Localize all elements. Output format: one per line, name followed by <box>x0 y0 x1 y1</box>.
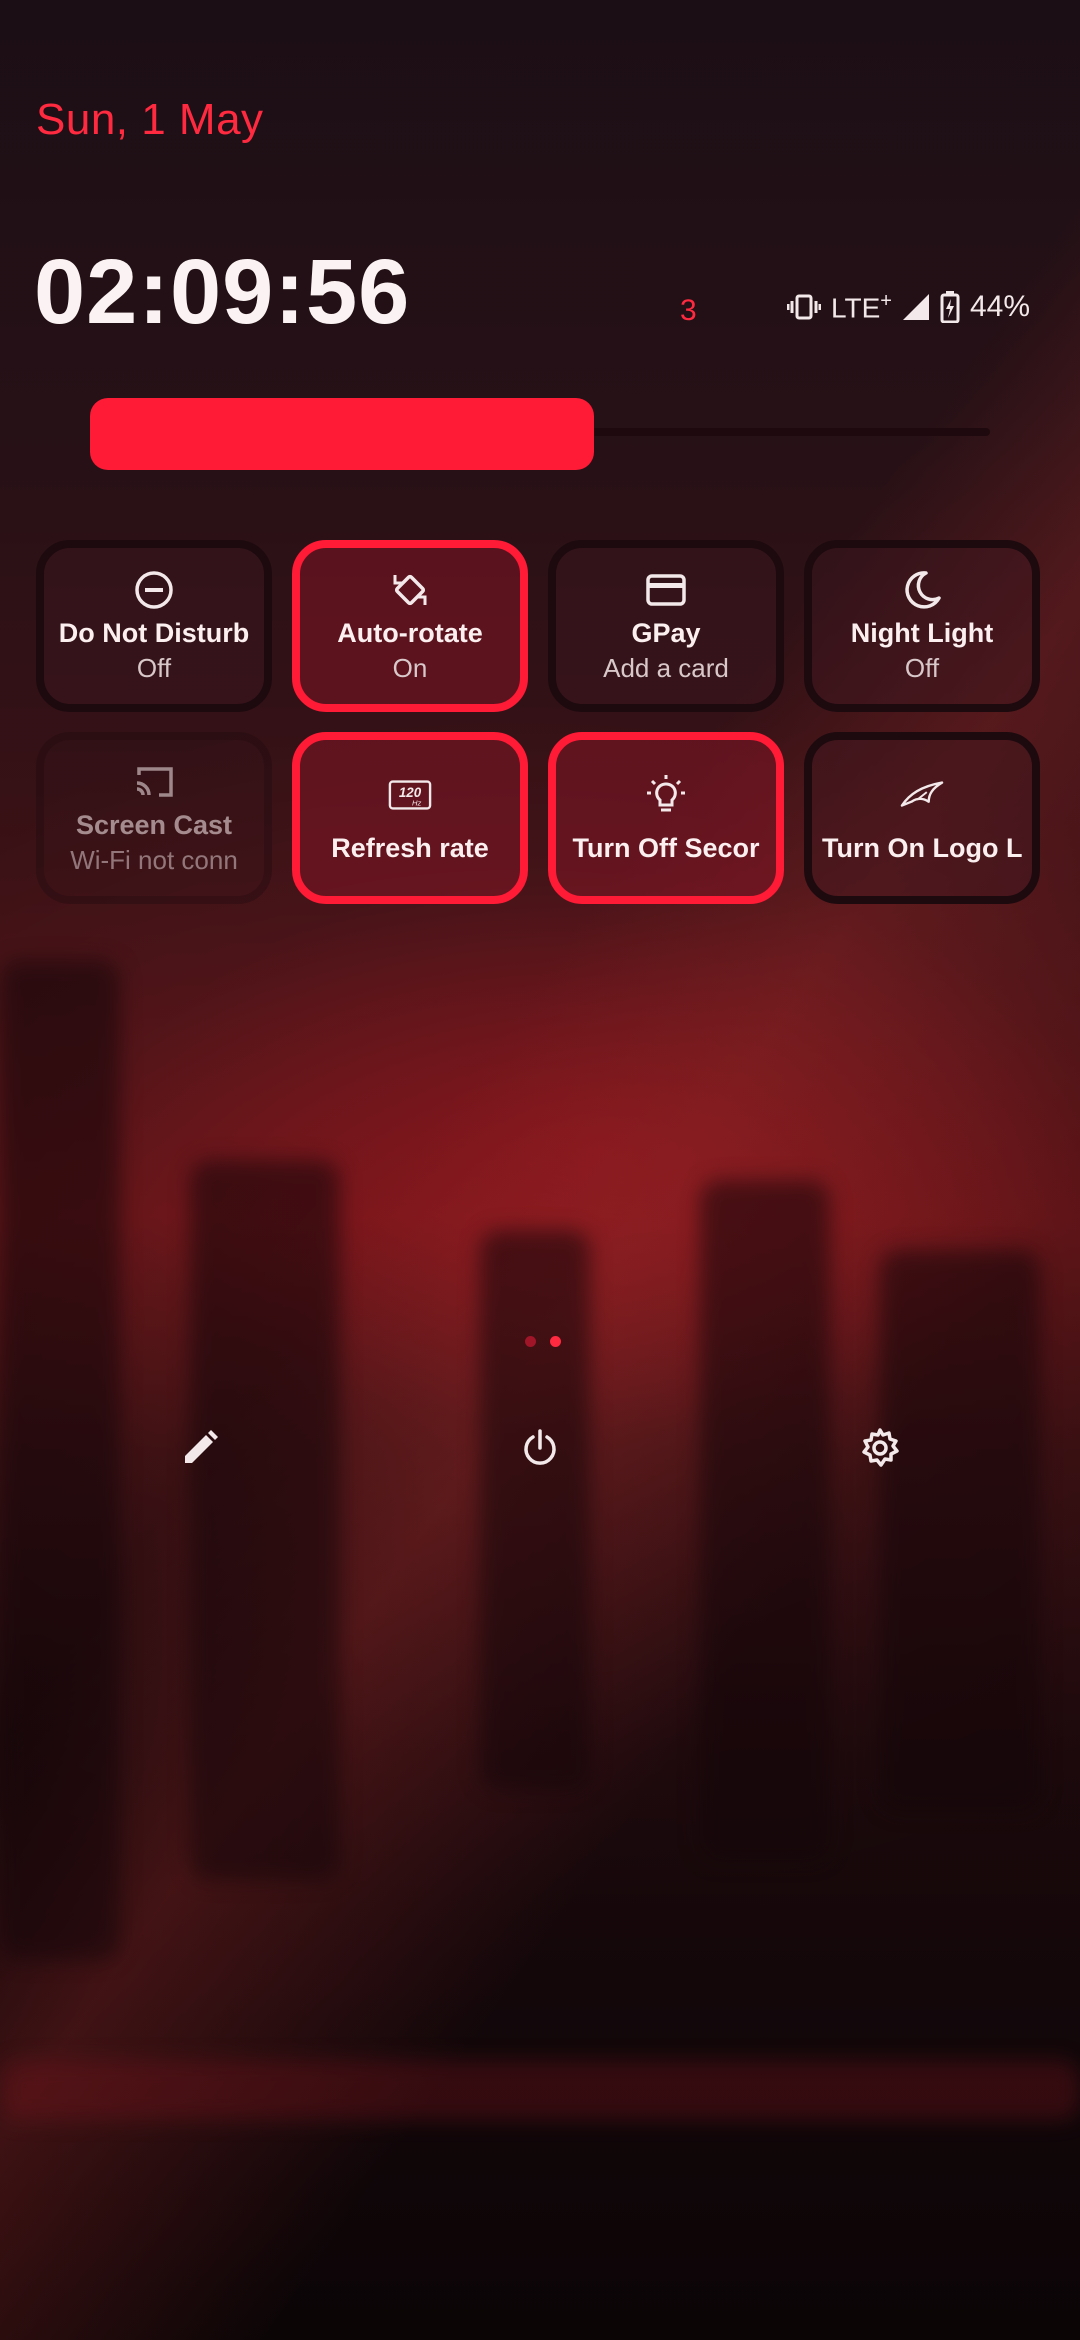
page-indicator <box>525 1336 561 1347</box>
battery-charging-icon <box>940 291 960 324</box>
tile-label: Refresh rate <box>331 832 489 863</box>
status-bar: LTE+ 44% <box>786 290 1030 324</box>
vibrate-icon <box>786 294 821 320</box>
clock[interactable]: 02:09:56 <box>34 240 410 345</box>
wallpaper-building <box>480 1230 590 1790</box>
tile-state: On <box>392 653 428 683</box>
tile-label: Turn On Logo L <box>822 832 1022 863</box>
rog-logo-icon <box>900 773 944 817</box>
tile-screen-cast[interactable]: Screen Cast Wi-Fi not conn <box>36 732 272 904</box>
wallpaper-building <box>880 1250 1040 1810</box>
lightbulb-icon <box>644 773 688 817</box>
edit-icon <box>181 1429 219 1472</box>
power-icon <box>520 1428 560 1473</box>
settings-button[interactable] <box>850 1420 910 1480</box>
tile-gpay[interactable]: GPay Add a card <box>548 540 784 712</box>
settings-icon <box>859 1427 901 1474</box>
tile-label: GPay <box>631 618 701 648</box>
wallpaper-building <box>700 1180 830 1860</box>
tile-refresh-rate[interactable]: 120 Hz Refresh rate <box>292 732 528 904</box>
brightness-slider[interactable] <box>90 398 594 470</box>
tile-do-not-disturb[interactable]: Do Not Disturb Off <box>36 540 272 712</box>
battery-percent: 44% <box>969 290 1030 324</box>
power-button[interactable] <box>510 1420 570 1480</box>
page-dot-active <box>550 1336 561 1347</box>
tile-label: Do Not Disturb <box>58 618 250 648</box>
tile-state: Off <box>136 653 172 683</box>
wallpaper-building <box>0 960 120 1960</box>
tile-secondary-display[interactable]: Turn Off Secor <box>548 732 784 904</box>
signal-icon <box>902 293 930 321</box>
refresh-rate-120hz-icon: 120 Hz <box>388 773 432 817</box>
tile-auto-rotate[interactable]: Auto-rotate On <box>292 540 528 712</box>
page-dot <box>525 1336 536 1347</box>
wallpaper-building <box>190 1160 340 1880</box>
wallpaper-road <box>0 2060 1080 2120</box>
refresh-rate-unit: Hz <box>412 798 422 807</box>
cast-icon <box>132 760 176 804</box>
wallpaper <box>0 0 1080 2340</box>
tile-state: Off <box>904 653 940 683</box>
date[interactable]: Sun, 1 May <box>36 95 264 145</box>
auto-rotate-icon <box>388 568 432 612</box>
tile-label: Screen Cast <box>75 810 233 840</box>
tile-night-light[interactable]: Night Light Off <box>804 540 1040 712</box>
card-icon <box>644 568 688 612</box>
tile-state: Wi-Fi not conn <box>70 845 238 875</box>
edit-button[interactable] <box>170 1420 230 1480</box>
notification-count: 3 <box>680 294 697 327</box>
do-not-disturb-icon <box>132 568 176 612</box>
moon-icon <box>900 568 944 612</box>
tile-state: Add a card <box>603 653 729 683</box>
network-type: LTE+ <box>830 290 892 324</box>
tile-label: Auto-rotate <box>337 618 483 648</box>
tile-logo-light[interactable]: Turn On Logo L <box>804 732 1040 904</box>
tile-label: Turn Off Secor <box>572 832 760 863</box>
tile-label: Night Light <box>850 618 994 648</box>
